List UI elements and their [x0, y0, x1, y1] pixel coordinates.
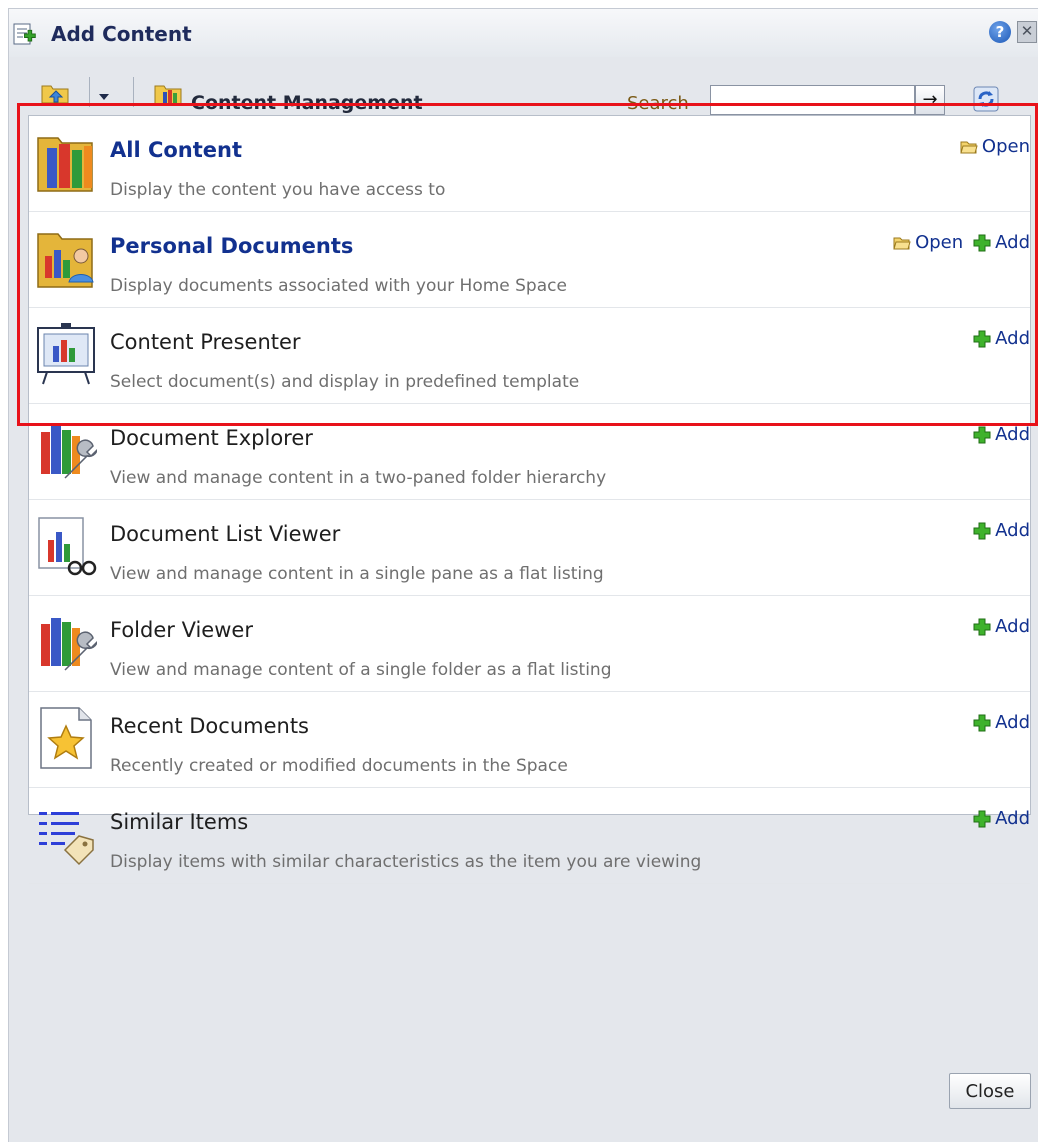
add-action-label: Add [995, 328, 1030, 349]
item-description: Display items with similar characteristi… [110, 852, 702, 872]
item-title: Recent Documents [110, 714, 309, 738]
item-description: View and manage content in a two-paned f… [110, 468, 607, 488]
item-title[interactable]: All Content [110, 138, 242, 162]
add-plus-icon [973, 426, 991, 443]
star-document-icon [40, 707, 92, 769]
toolbar-separator [133, 77, 134, 107]
content-list: All Content Display the content you have … [28, 115, 1031, 884]
search-go-button[interactable]: → [915, 85, 945, 115]
dialog-titlebar: Add Content ? ✕ [9, 9, 1038, 57]
item-actions: Add [973, 424, 1030, 445]
add-content-dialog: Add Content ? ✕ Content Management Searc… [8, 8, 1038, 1142]
search-label: Search [627, 93, 689, 114]
add-action[interactable]: Add [973, 328, 1030, 349]
add-action-label: Add [995, 712, 1030, 733]
item-title: Folder Viewer [110, 618, 253, 642]
item-title: Content Presenter [110, 330, 301, 354]
add-action-label: Add [995, 616, 1030, 637]
open-folder-icon [893, 237, 911, 249]
open-action-label: Open [981, 136, 1030, 157]
add-content-icon [13, 23, 36, 45]
dropdown-arrow-icon[interactable] [99, 94, 109, 100]
current-location: Content Management [191, 92, 423, 114]
help-icon[interactable]: ? [989, 21, 1011, 43]
content-item[interactable]: Recent Documents Recently created or modi… [29, 692, 1030, 788]
content-item[interactable]: Folder Viewer View and manage content of … [29, 596, 1030, 692]
content-item[interactable]: Document Explorer View and manage content… [29, 404, 1030, 500]
item-description: Display documents associated with your H… [110, 276, 567, 296]
item-actions: Add [973, 328, 1030, 349]
presentation-board-icon [37, 323, 95, 385]
add-action[interactable]: Add [973, 424, 1030, 445]
item-title[interactable]: Personal Documents [110, 234, 353, 258]
add-action[interactable]: Add [973, 232, 1030, 253]
add-plus-icon [973, 618, 991, 635]
list-viewer-glasses-icon [38, 517, 97, 576]
add-action-label: Add [995, 520, 1030, 541]
item-title: Document Explorer [110, 426, 313, 450]
open-folder-icon [960, 141, 978, 153]
books-folder-icon [37, 137, 93, 192]
content-item[interactable]: Personal Documents Display documents asso… [29, 212, 1030, 308]
add-plus-icon [973, 330, 991, 347]
content-folder-icon [154, 85, 182, 105]
item-actions: Open Add [893, 232, 1030, 253]
item-description: Display the content you have access to [110, 180, 446, 200]
add-action[interactable]: Add [973, 808, 1030, 829]
search-input[interactable] [710, 85, 915, 115]
books-wrench-icon [41, 426, 97, 479]
refresh-icon[interactable] [971, 84, 1001, 114]
content-item[interactable]: Content Presenter Select document(s) and … [29, 308, 1030, 404]
close-button[interactable]: Close [949, 1073, 1031, 1109]
add-action-label: Add [995, 808, 1030, 829]
open-action[interactable]: Open [893, 232, 963, 253]
open-action[interactable]: Open [960, 136, 1030, 157]
add-action-label: Add [995, 232, 1030, 253]
add-plus-icon [973, 234, 991, 251]
dialog-title: Add Content [51, 22, 192, 46]
toolbar-separator [89, 77, 90, 107]
add-action[interactable]: Add [973, 520, 1030, 541]
content-item[interactable]: Document List Viewer View and manage cont… [29, 500, 1030, 596]
open-action-label: Open [915, 232, 964, 253]
folder-up-icon[interactable] [41, 81, 71, 105]
add-plus-icon [973, 810, 991, 827]
content-item[interactable]: All Content Display the content you have … [29, 116, 1030, 212]
item-description: View and manage content of a single fold… [110, 660, 612, 680]
dialog-close-icon[interactable]: ✕ [1017, 21, 1037, 43]
item-actions: Add [973, 616, 1030, 637]
add-action-label: Add [995, 424, 1030, 445]
item-actions: Add [973, 712, 1030, 733]
item-title: Similar Items [110, 810, 249, 834]
personal-documents-icon [37, 233, 94, 288]
item-actions: Add [973, 808, 1030, 829]
add-plus-icon [973, 714, 991, 731]
add-plus-icon [973, 522, 991, 539]
toolbar: Content Management Search → [9, 67, 1038, 115]
content-item[interactable]: Similar Items Display items with similar … [29, 788, 1030, 884]
item-actions: Open [960, 136, 1030, 157]
add-action[interactable]: Add [973, 616, 1030, 637]
add-action[interactable]: Add [973, 712, 1030, 733]
item-actions: Add [973, 520, 1030, 541]
list-tag-icon [39, 812, 94, 866]
item-title: Document List Viewer [110, 522, 341, 546]
item-description: Recently created or modified documents i… [110, 756, 568, 776]
item-description: View and manage content in a single pane… [110, 564, 604, 584]
dialog-footer: Close [9, 1009, 1038, 1142]
books-wrench-icon [41, 618, 97, 671]
item-description: Select document(s) and display in predef… [110, 372, 580, 392]
